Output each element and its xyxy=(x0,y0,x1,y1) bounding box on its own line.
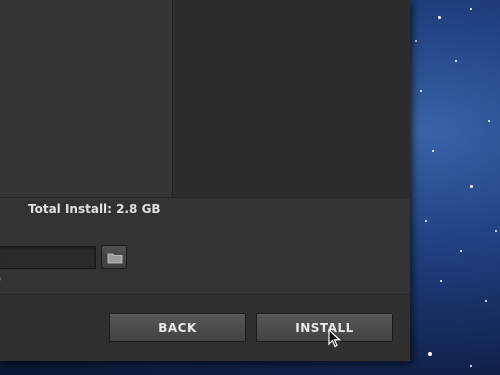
pane-divider xyxy=(0,197,410,198)
browse-folder-button[interactable] xyxy=(101,245,127,269)
back-button[interactable]: BACK xyxy=(109,313,246,342)
install-button[interactable]: INSTALL xyxy=(256,313,393,342)
location-note: ) xyxy=(0,272,1,285)
mouse-cursor-icon xyxy=(328,329,342,348)
description-pane xyxy=(174,0,410,197)
options-pane xyxy=(0,0,173,197)
folder-icon xyxy=(107,253,123,264)
installer-window: Total Install: 2.8 GB ) xyxy=(0,0,410,361)
total-install-label: Total Install: 2.8 GB xyxy=(28,202,161,216)
install-location-field[interactable] xyxy=(0,246,96,269)
